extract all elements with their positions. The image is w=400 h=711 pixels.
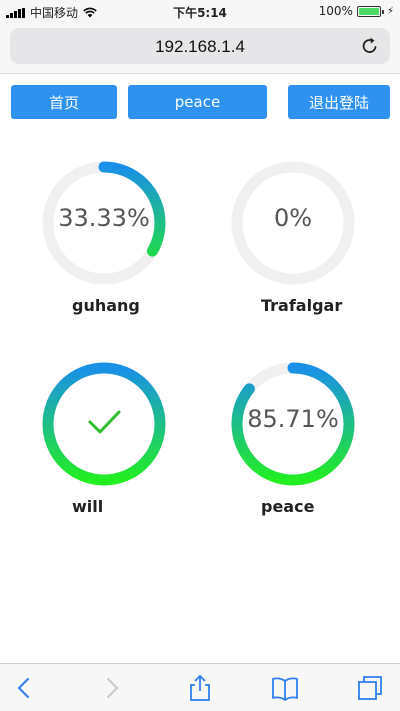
checkmark-icon [88,410,121,434]
status-right: 100% ⚡ [319,4,394,18]
progress-card-guhang: 33.33% guhang [34,153,174,315]
progress-label: 0% [273,204,313,232]
reload-icon[interactable] [360,36,380,56]
card-name: peace [261,497,315,516]
back-icon[interactable] [10,674,38,702]
tabs-icon[interactable] [356,674,384,702]
user-button[interactable]: peace [128,85,267,119]
progress-label: 85.71% [247,405,339,433]
battery-percent: 100% [318,4,353,18]
card-name: Trafalgar [261,296,343,315]
home-button[interactable]: 首页 [11,85,117,119]
address-bar[interactable]: 192.168.1.4 [10,28,390,64]
share-icon[interactable] [186,674,214,702]
card-name: will [72,497,104,516]
battery-icon [356,5,384,17]
progress-label: 33.33% [58,204,150,232]
logout-button[interactable]: 退出登陆 [288,85,390,119]
progress-card-peace: 85.71% peace [223,354,363,516]
bookmarks-icon[interactable] [271,674,299,702]
browser-toolbar [0,663,400,711]
browser-header: 192.168.1.4 [0,22,400,74]
charging-icon: ⚡ [386,5,394,17]
forward-icon[interactable] [98,674,126,702]
progress-card-trafalgar: 0% Trafalgar [223,153,363,315]
card-name: guhang [72,296,140,315]
url-text[interactable]: 192.168.1.4 [10,37,390,57]
status-bar: 中国移动 下午5:14 100% ⚡ [0,0,400,22]
progress-card-will: will [34,354,174,516]
